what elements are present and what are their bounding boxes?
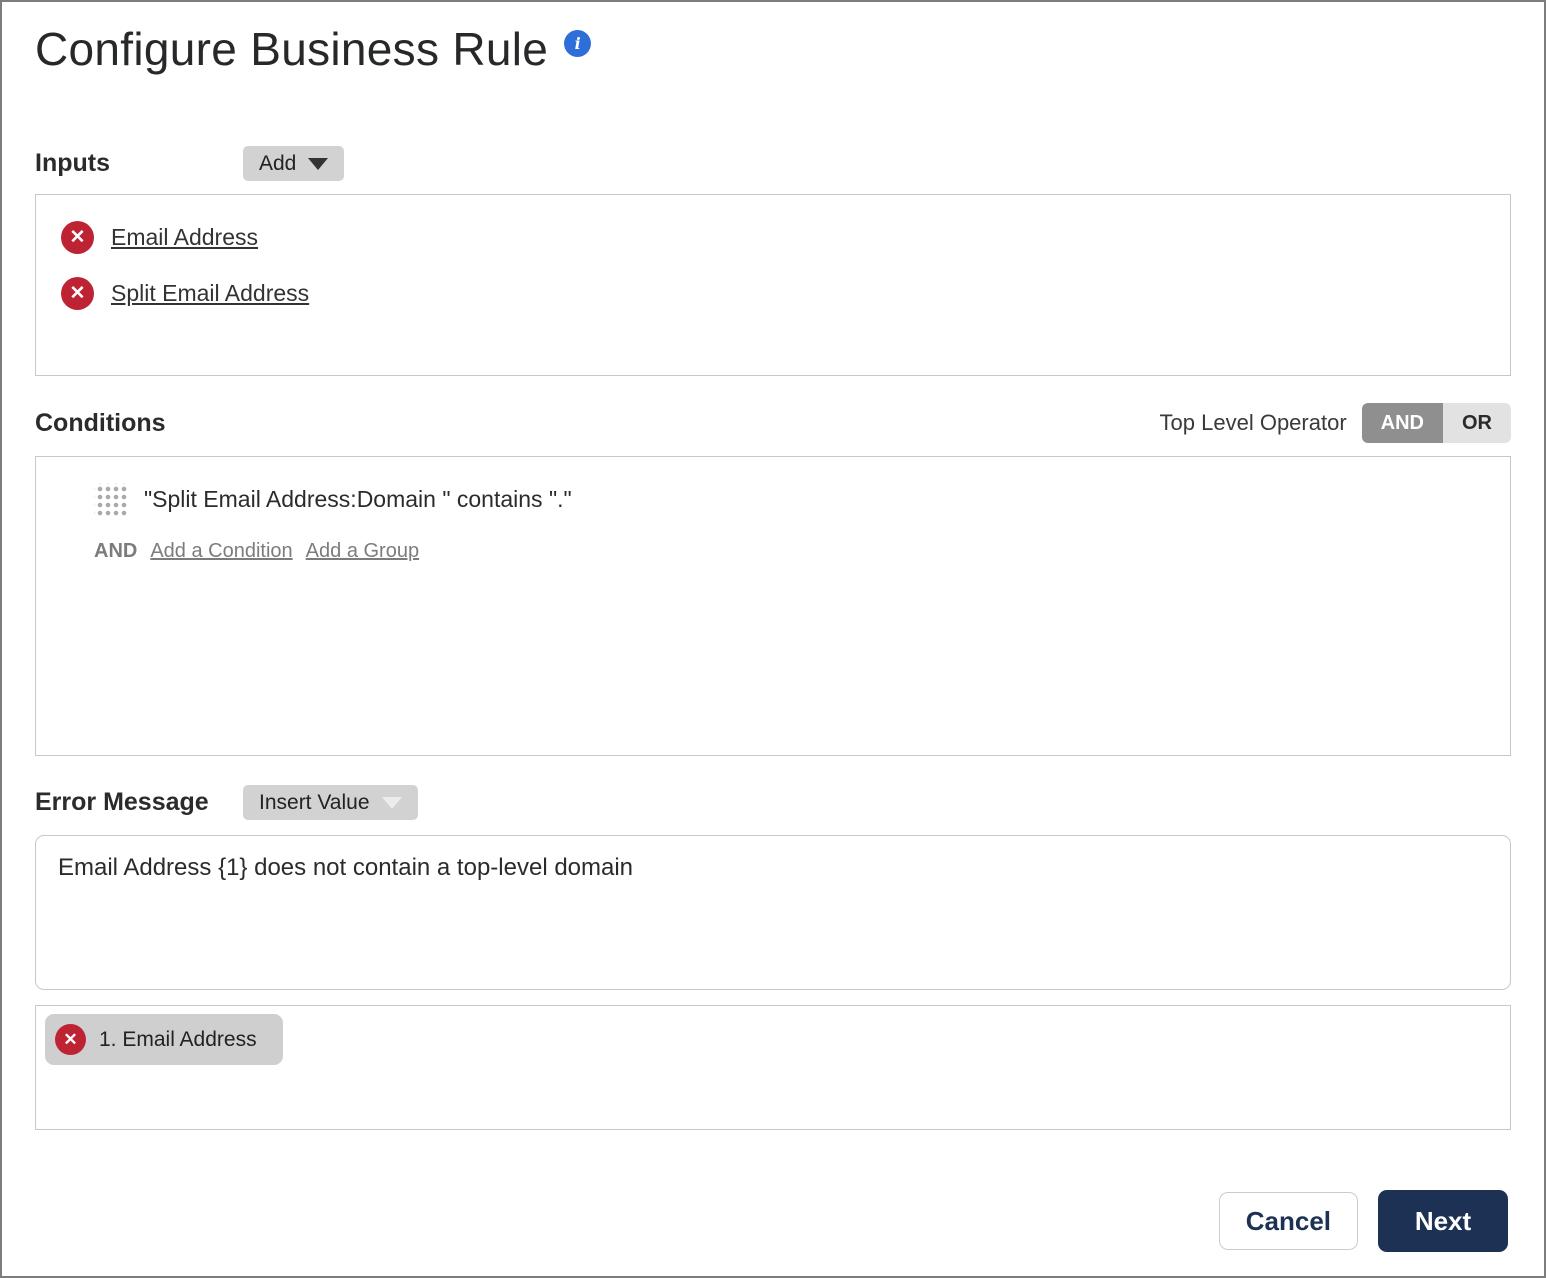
chevron-down-icon <box>308 157 329 170</box>
inputs-header: Inputs Add <box>35 146 1511 181</box>
toggle-or-option[interactable]: OR <box>1443 403 1511 443</box>
condition-row: "Split Email Address:Domain " contains "… <box>94 483 1510 516</box>
top-level-operator-label: Top Level Operator <box>1159 410 1347 435</box>
add-condition-link[interactable]: Add a Condition <box>150 540 292 563</box>
toggle-and-option[interactable]: AND <box>1361 403 1443 443</box>
delete-input-icon[interactable]: ✕ <box>61 221 94 254</box>
insert-value-button-label: Insert Value <box>259 790 370 814</box>
input-link-email-address[interactable]: Email Address <box>111 224 258 251</box>
error-tokens-panel: ✕ 1. Email Address <box>35 1005 1511 1130</box>
cancel-button[interactable]: Cancel <box>1218 1192 1358 1250</box>
top-level-operator-toggle: AND OR <box>1361 403 1511 443</box>
token-chip-email-address[interactable]: ✕ 1. Email Address <box>45 1014 283 1065</box>
delete-token-icon[interactable]: ✕ <box>55 1024 86 1055</box>
conditions-header: Conditions Top Level Operator AND OR <box>35 403 1511 443</box>
chevron-down-icon <box>381 796 402 809</box>
inputs-panel: ✕ Email Address ✕ Split Email Address <box>35 194 1511 376</box>
input-link-split-email-address[interactable]: Split Email Address <box>111 280 309 307</box>
condition-actions-row: AND Add a Condition Add a Group <box>94 540 1510 563</box>
add-group-link[interactable]: Add a Group <box>306 540 419 563</box>
next-button[interactable]: Next <box>1378 1190 1508 1252</box>
token-chip-label: 1. Email Address <box>99 1027 257 1051</box>
error-message-header: Error Message Insert Value <box>35 785 1511 820</box>
inputs-label: Inputs <box>35 149 110 177</box>
condition-text[interactable]: "Split Email Address:Domain " contains "… <box>144 486 572 513</box>
error-message-input[interactable]: Email Address {1} does not contain a top… <box>35 835 1511 990</box>
info-icon[interactable]: i <box>564 30 592 57</box>
dialog-header: Configure Business Rule i <box>35 2 1511 80</box>
conditions-panel: "Split Email Address:Domain " contains "… <box>35 456 1511 756</box>
insert-value-button[interactable]: Insert Value <box>243 785 418 820</box>
list-item: ✕ Email Address <box>61 221 1510 254</box>
dialog-footer: Cancel Next <box>1218 1190 1508 1252</box>
page-title: Configure Business Rule <box>35 23 549 75</box>
configure-business-rule-dialog: Configure Business Rule i Inputs Add ✕ E… <box>0 0 1546 1278</box>
list-item: ✕ Split Email Address <box>61 277 1510 310</box>
error-message-label: Error Message <box>35 788 209 816</box>
drag-handle-icon[interactable] <box>94 483 127 516</box>
add-input-button[interactable]: Add <box>243 146 345 181</box>
delete-input-icon[interactable]: ✕ <box>61 277 94 310</box>
conditions-label: Conditions <box>35 408 166 437</box>
condition-connector: AND <box>94 540 138 562</box>
add-input-button-label: Add <box>259 151 297 175</box>
